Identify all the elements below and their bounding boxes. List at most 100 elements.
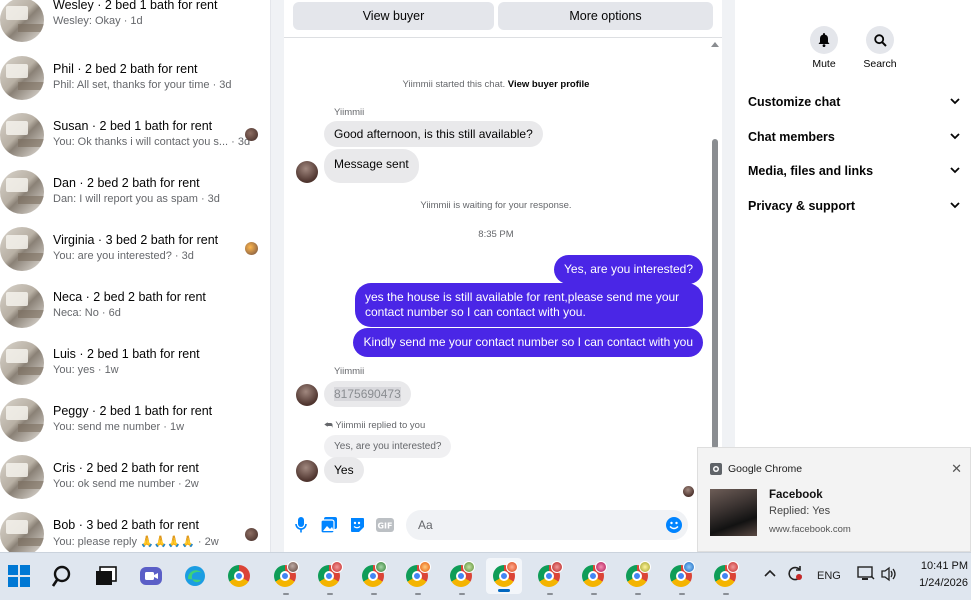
chrome-taskbar-button[interactable]	[226, 563, 252, 589]
chrome-taskbar-button[interactable]	[360, 561, 387, 589]
sender-name: Yiimmii	[334, 366, 365, 377]
microphone-icon[interactable]	[292, 516, 310, 534]
running-indicator	[679, 593, 685, 595]
search-icon	[52, 565, 71, 587]
chrome-taskbar-button[interactable]	[448, 561, 475, 589]
teams-chat-button[interactable]	[138, 563, 164, 589]
volume-icon[interactable]	[881, 566, 897, 585]
conversation-title: Peggy · 2 bed 1 bath for rent	[53, 404, 213, 418]
chrome-icon	[670, 561, 695, 587]
chrome-taskbar-button[interactable]	[580, 561, 607, 589]
conversation-title: Neca · 2 bed 2 bath for rent	[53, 290, 206, 304]
profile-badge	[287, 561, 299, 573]
chrome-icon	[406, 561, 431, 587]
clock-date[interactable]: 1/24/2026	[903, 577, 968, 589]
mute-button[interactable]	[810, 26, 838, 54]
timestamp: 8:35 PM	[478, 229, 514, 240]
phone-number-message: 8175690473	[324, 381, 411, 407]
edge-button[interactable]	[182, 563, 208, 589]
scroll-up-icon[interactable]	[711, 42, 719, 47]
conversation-title: Virginia · 3 bed 2 bath for rent	[53, 233, 219, 247]
privacy-support-section[interactable]: Privacy & support	[748, 199, 960, 223]
conversation-item[interactable]: Phil · 2 bed 2 bath for rent Phil: All s…	[0, 56, 270, 113]
chevron-down-icon	[950, 133, 960, 140]
seen-avatar	[245, 528, 258, 541]
reply-arrow-icon: ⮪	[324, 420, 333, 431]
conversation-item[interactable]: Wesley · 2 bed 1 bath for rent Wesley: O…	[0, 0, 270, 55]
message-input[interactable]	[406, 510, 688, 540]
chevron-down-icon	[950, 98, 960, 105]
chrome-taskbar-button[interactable]	[536, 561, 563, 589]
conversation-preview: Phil: All set, thanks for your time · 3d	[53, 79, 232, 91]
message-thread: Yiimmii started this chat. View buyer pr…	[284, 39, 708, 497]
customize-chat-section[interactable]: Customize chat	[748, 95, 960, 119]
chat-header-actions: View buyer More options	[284, 0, 722, 38]
outgoing-message-line: contact number so I can contact with you…	[365, 305, 586, 319]
clock-time[interactable]: 10:41 PM	[908, 560, 968, 572]
chevron-up-icon[interactable]	[764, 566, 776, 580]
incoming-message: Message sent	[324, 149, 419, 183]
notification-title: Facebook	[769, 489, 823, 501]
listing-thumbnail	[0, 398, 44, 442]
language-indicator[interactable]: ENG	[817, 570, 841, 582]
profile-badge	[506, 561, 518, 573]
gif-icon[interactable]: GIF	[376, 516, 394, 534]
chrome-taskbar-button[interactable]	[316, 561, 343, 589]
search-button[interactable]	[866, 26, 894, 54]
chrome-taskbar-button[interactable]	[668, 561, 695, 589]
chrome-taskbar-button[interactable]	[624, 561, 651, 589]
view-buyer-button[interactable]: View buyer	[293, 2, 494, 30]
sticker-icon[interactable]	[348, 516, 366, 534]
view-buyer-profile-link[interactable]: View buyer profile	[508, 79, 590, 90]
running-indicator	[635, 593, 641, 595]
conversation-preview: You: are you interested? · 3d	[53, 250, 194, 262]
scroll-thumb[interactable]	[712, 139, 718, 449]
more-options-button[interactable]: More options	[498, 2, 713, 30]
chrome-taskbar-button-active[interactable]	[486, 558, 522, 594]
media-files-links-section[interactable]: Media, files and links	[748, 164, 960, 188]
conversation-item[interactable]: Virginia · 3 bed 2 bath for rent You: ar…	[0, 227, 270, 284]
chrome-taskbar-button[interactable]	[712, 561, 739, 589]
listing-thumbnail	[0, 227, 44, 271]
conversation-item[interactable]: Susan · 2 bed 1 bath for rent You: Ok th…	[0, 113, 270, 170]
profile-badge	[639, 561, 651, 573]
conversation-title: Luis · 2 bed 1 bath for rent	[53, 347, 200, 361]
conversation-item[interactable]: Luis · 2 bed 1 bath for rent You: yes · …	[0, 341, 270, 398]
close-icon[interactable]: ✕	[951, 461, 962, 477]
conversation-item[interactable]: Peggy · 2 bed 1 bath for rent You: send …	[0, 398, 270, 455]
section-label: Customize chat	[748, 95, 841, 109]
conversation-preview: Dan: I will report you as spam · 3d	[53, 193, 220, 205]
chat-members-section[interactable]: Chat members	[748, 130, 960, 154]
buyer-avatar	[296, 161, 318, 183]
chat-info-panel: Mute Search Customize chat Chat members …	[735, 0, 971, 447]
sync-icon[interactable]	[787, 565, 803, 584]
profile-badge	[331, 561, 343, 573]
chrome-taskbar-button[interactable]	[404, 561, 431, 589]
running-indicator	[371, 593, 377, 595]
photo-icon[interactable]	[320, 516, 338, 534]
thread-scrollbar[interactable]	[709, 39, 721, 454]
task-view-button[interactable]	[93, 563, 119, 589]
conversation-list: Wesley · 2 bed 1 bath for rent Wesley: O…	[0, 0, 271, 552]
conversation-item[interactable]: Bob · 3 bed 2 bath for rent You: please …	[0, 512, 270, 552]
windows-icon	[8, 565, 30, 587]
phone-number-text[interactable]: 8175690473	[334, 387, 401, 401]
conversation-item[interactable]: Cris · 2 bed 2 bath for rent You: ok sen…	[0, 455, 270, 512]
emoji-icon[interactable]	[665, 516, 683, 534]
search-taskbar-button[interactable]	[50, 563, 76, 589]
chat-started-note: Yiimmii started this chat. View buyer pr…	[284, 79, 708, 90]
conversation-item[interactable]: Dan · 2 bed 2 bath for rent Dan: I will …	[0, 170, 270, 227]
listing-thumbnail	[0, 455, 44, 499]
notification-body: Replied: Yes	[769, 505, 831, 517]
chrome-icon	[710, 462, 722, 475]
running-indicator	[459, 593, 465, 595]
outgoing-message: yes the house is still available for ren…	[355, 283, 703, 327]
running-indicator	[327, 593, 333, 595]
network-icon[interactable]	[857, 566, 875, 585]
chrome-icon	[626, 561, 651, 587]
quoted-message: Yes, are you interested?	[324, 435, 452, 458]
start-button[interactable]	[6, 563, 32, 589]
chrome-taskbar-button[interactable]	[272, 561, 299, 589]
chrome-notification[interactable]: Google Chrome ✕ Facebook Replied: Yes ww…	[697, 447, 971, 552]
conversation-item[interactable]: Neca · 2 bed 2 bath for rent Neca: No · …	[0, 284, 270, 341]
